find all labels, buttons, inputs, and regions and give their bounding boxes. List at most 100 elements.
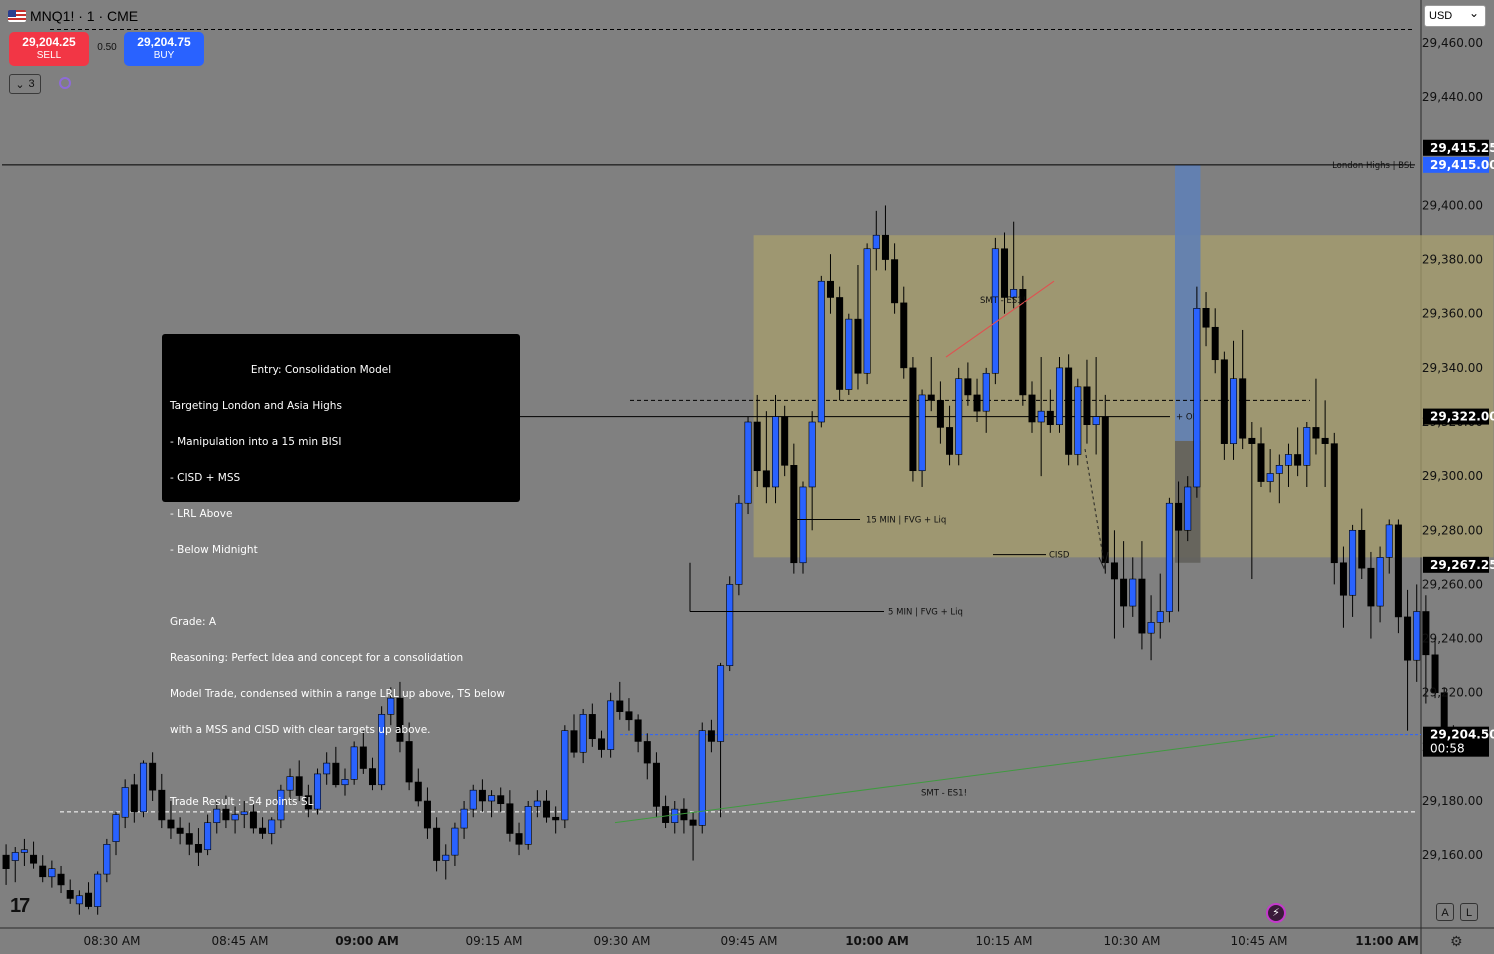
bullish-candle [11,852,19,861]
bearish-candle [570,730,578,753]
bullish-candle [1092,416,1100,426]
buy-price: 29,204.75 [137,35,191,49]
bearish-candle [597,738,605,750]
bearish-candle [964,378,972,396]
bullish-candle [48,868,56,878]
bullish-candle [20,849,28,853]
bearish-candle [1202,307,1210,328]
bullish-candle [524,806,532,845]
time-tick-label: 09:00 AM [335,934,399,948]
bullish-candle [735,502,743,585]
bearish-candle [854,318,862,374]
indicators-collapse-button[interactable]: ⌄ 3 [9,74,41,94]
currency-select[interactable]: USD [1424,3,1486,27]
bullish-candle [1074,386,1082,455]
bullish-candle [1376,557,1384,607]
time-tick-label: 10:30 AM [1104,934,1161,948]
bullish-candle [772,416,780,488]
fvg-15m-label: 15 MIN | FVG + Liq [866,515,946,525]
bullish-candle [1266,473,1274,482]
bearish-candle [643,741,651,764]
time-tick-label: 11:00 AM [1355,934,1419,948]
gear-icon[interactable]: ⚙ [1450,933,1463,950]
sell-price: 29,204.25 [22,35,76,49]
bearish-candle [552,816,560,821]
bullish-candle [918,394,926,472]
time-tick-label: 10:15 AM [976,934,1033,948]
buy-button[interactable]: 29,204.75 BUY [124,32,204,66]
bearish-candle [194,844,202,853]
ob-tag-text: 29,322.00 [1430,410,1494,424]
bearish-candle [57,873,65,886]
us-flag-icon [8,10,26,22]
note-line: Trade Result : -54 points SL [170,796,314,808]
bullish-candle [671,808,679,823]
bearish-candle [1257,443,1265,482]
bullish-candle [103,844,111,875]
bearish-candle [891,259,899,304]
bearish-candle [946,427,954,455]
bullish-candle [1129,578,1137,607]
bullish-candle [112,814,120,842]
bearish-candle [543,800,551,818]
bearish-candle [1175,502,1183,531]
price-tick-label: 29,180.00 [1422,794,1483,808]
bullish-candle [799,486,807,564]
bullish-candle [1284,454,1292,466]
smt-upper-label: SMT - ES1! [980,296,1026,306]
spread-value: 0.50 [97,42,117,53]
bearish-candle [1394,524,1402,618]
bullish-candle [607,700,615,750]
price-tick-label: 29,460.00 [1422,36,1483,50]
bullish-candle [1303,427,1311,466]
bullish-candle [817,280,825,423]
note-line [170,580,512,592]
bullish-candle [744,421,752,504]
time-tick-label: 10:00 AM [845,934,909,948]
bearish-candle [1330,443,1338,564]
bullish-candle [863,248,871,374]
price-tick-label: 29,300.00 [1422,469,1483,483]
bearish-candle [1028,394,1036,423]
bearish-candle [158,789,166,821]
bearish-candle [85,892,93,907]
log-scale-button[interactable]: L [1460,903,1478,921]
bearish-candle [1321,437,1329,444]
bearish-candle [588,714,596,740]
symbol-header[interactable]: MNQ1! · 1 · CME [8,6,138,26]
bullish-candle [1184,486,1192,531]
time-tick-label: 08:45 AM [212,934,269,948]
price-tick-label: 29,160.00 [1422,848,1483,862]
bearish-candle [167,819,175,829]
time-tick-label: 10:45 AM [1231,934,1288,948]
bullish-candle [872,234,880,250]
bullish-candle [1156,611,1164,623]
note-title: Entry: Consolidation Model [250,364,392,376]
bearish-candle [1312,427,1320,439]
bearish-candle [927,394,935,401]
sell-button[interactable]: 29,204.25 SELL [9,32,89,66]
bearish-candle [1110,562,1118,580]
bearish-candle [433,827,441,861]
smt-lower-label: SMT - ES1! [921,789,967,799]
bearish-candle [130,784,138,813]
tradingview-logo-icon: 17 [10,895,30,917]
bullish-candle [442,854,450,861]
buy-label: BUY [153,50,175,61]
trade-note: Entry: Consolidation Model Targeting Lon… [162,334,520,808]
bearish-candle [762,470,770,488]
bearish-candle [1339,562,1347,596]
symbol-title: MNQ1! · 1 · CME [30,8,139,24]
bearish-candle [176,827,184,834]
auto-scale-button[interactable]: A [1436,903,1454,921]
flash-icon[interactable]: ⚡ [1266,903,1286,923]
london-high-tag-text: 29,415.00 [1430,158,1494,172]
price-tick-label: 29,280.00 [1422,523,1483,537]
bearish-candle [1220,359,1228,444]
bearish-candle [149,762,157,791]
bearish-candle [1404,616,1412,661]
bullish-candle [1413,611,1421,661]
bearish-candle [625,711,633,721]
bearish-candle [909,367,917,472]
bullish-candle [726,584,734,666]
